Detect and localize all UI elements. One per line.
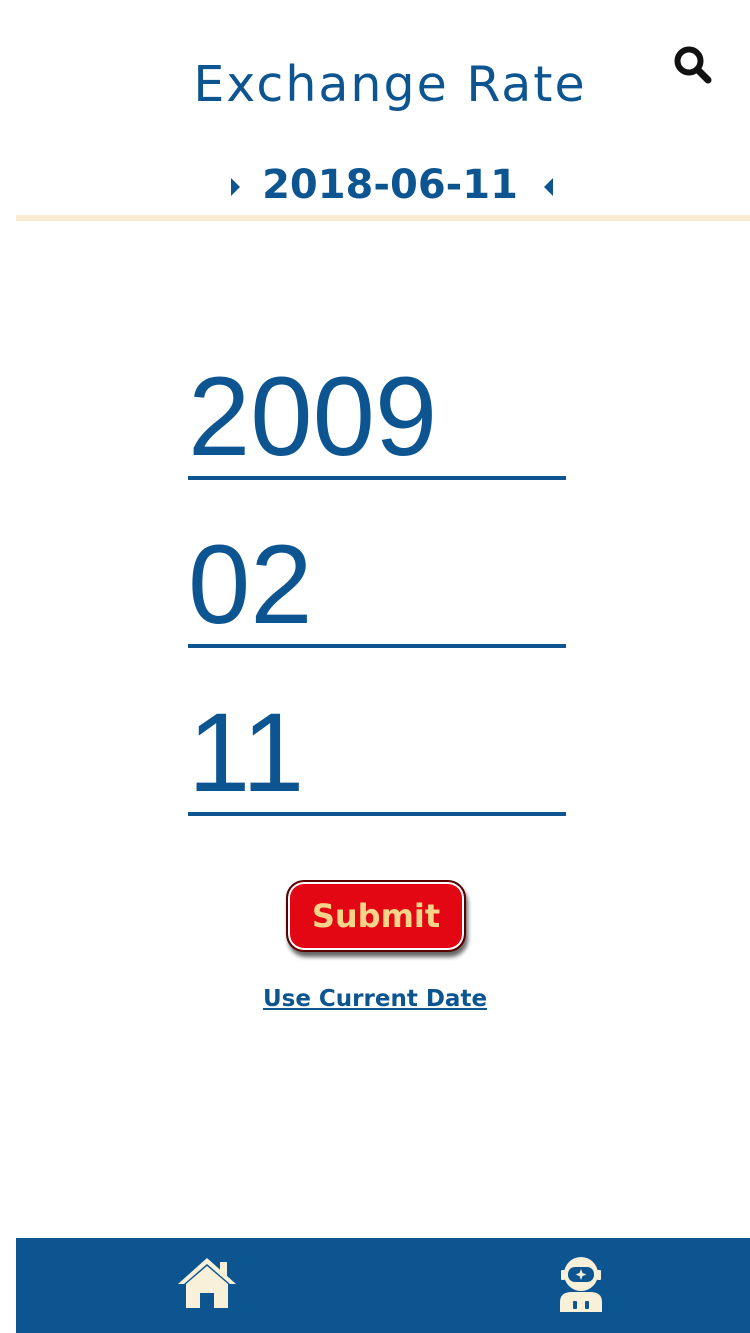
previous-date-button[interactable] xyxy=(540,176,556,198)
page-title: Exchange Rate xyxy=(193,56,587,113)
month-input[interactable] xyxy=(188,526,566,648)
current-date: 2018-06-11 xyxy=(262,162,518,208)
caret-left-icon xyxy=(544,178,553,196)
tab-profile[interactable] xyxy=(548,1254,614,1314)
exchange-rate-page: Exchange Rate 2018-06-11 Submit Use Curr… xyxy=(0,0,750,1333)
header-divider xyxy=(16,215,750,221)
use-current-date-link[interactable]: Use Current Date xyxy=(0,986,750,1012)
day-input[interactable] xyxy=(188,694,566,816)
search-button[interactable] xyxy=(672,44,714,86)
submit-button[interactable]: Submit xyxy=(286,880,466,952)
search-icon xyxy=(674,46,712,84)
date-navigator: 2018-06-11 xyxy=(0,160,750,212)
astronaut-icon xyxy=(560,1257,602,1312)
bottom-navigation xyxy=(16,1238,750,1333)
next-date-button[interactable] xyxy=(228,176,244,198)
tab-home[interactable] xyxy=(174,1254,240,1314)
home-icon xyxy=(178,1258,236,1308)
year-input[interactable] xyxy=(188,358,566,480)
caret-right-icon xyxy=(231,178,240,196)
